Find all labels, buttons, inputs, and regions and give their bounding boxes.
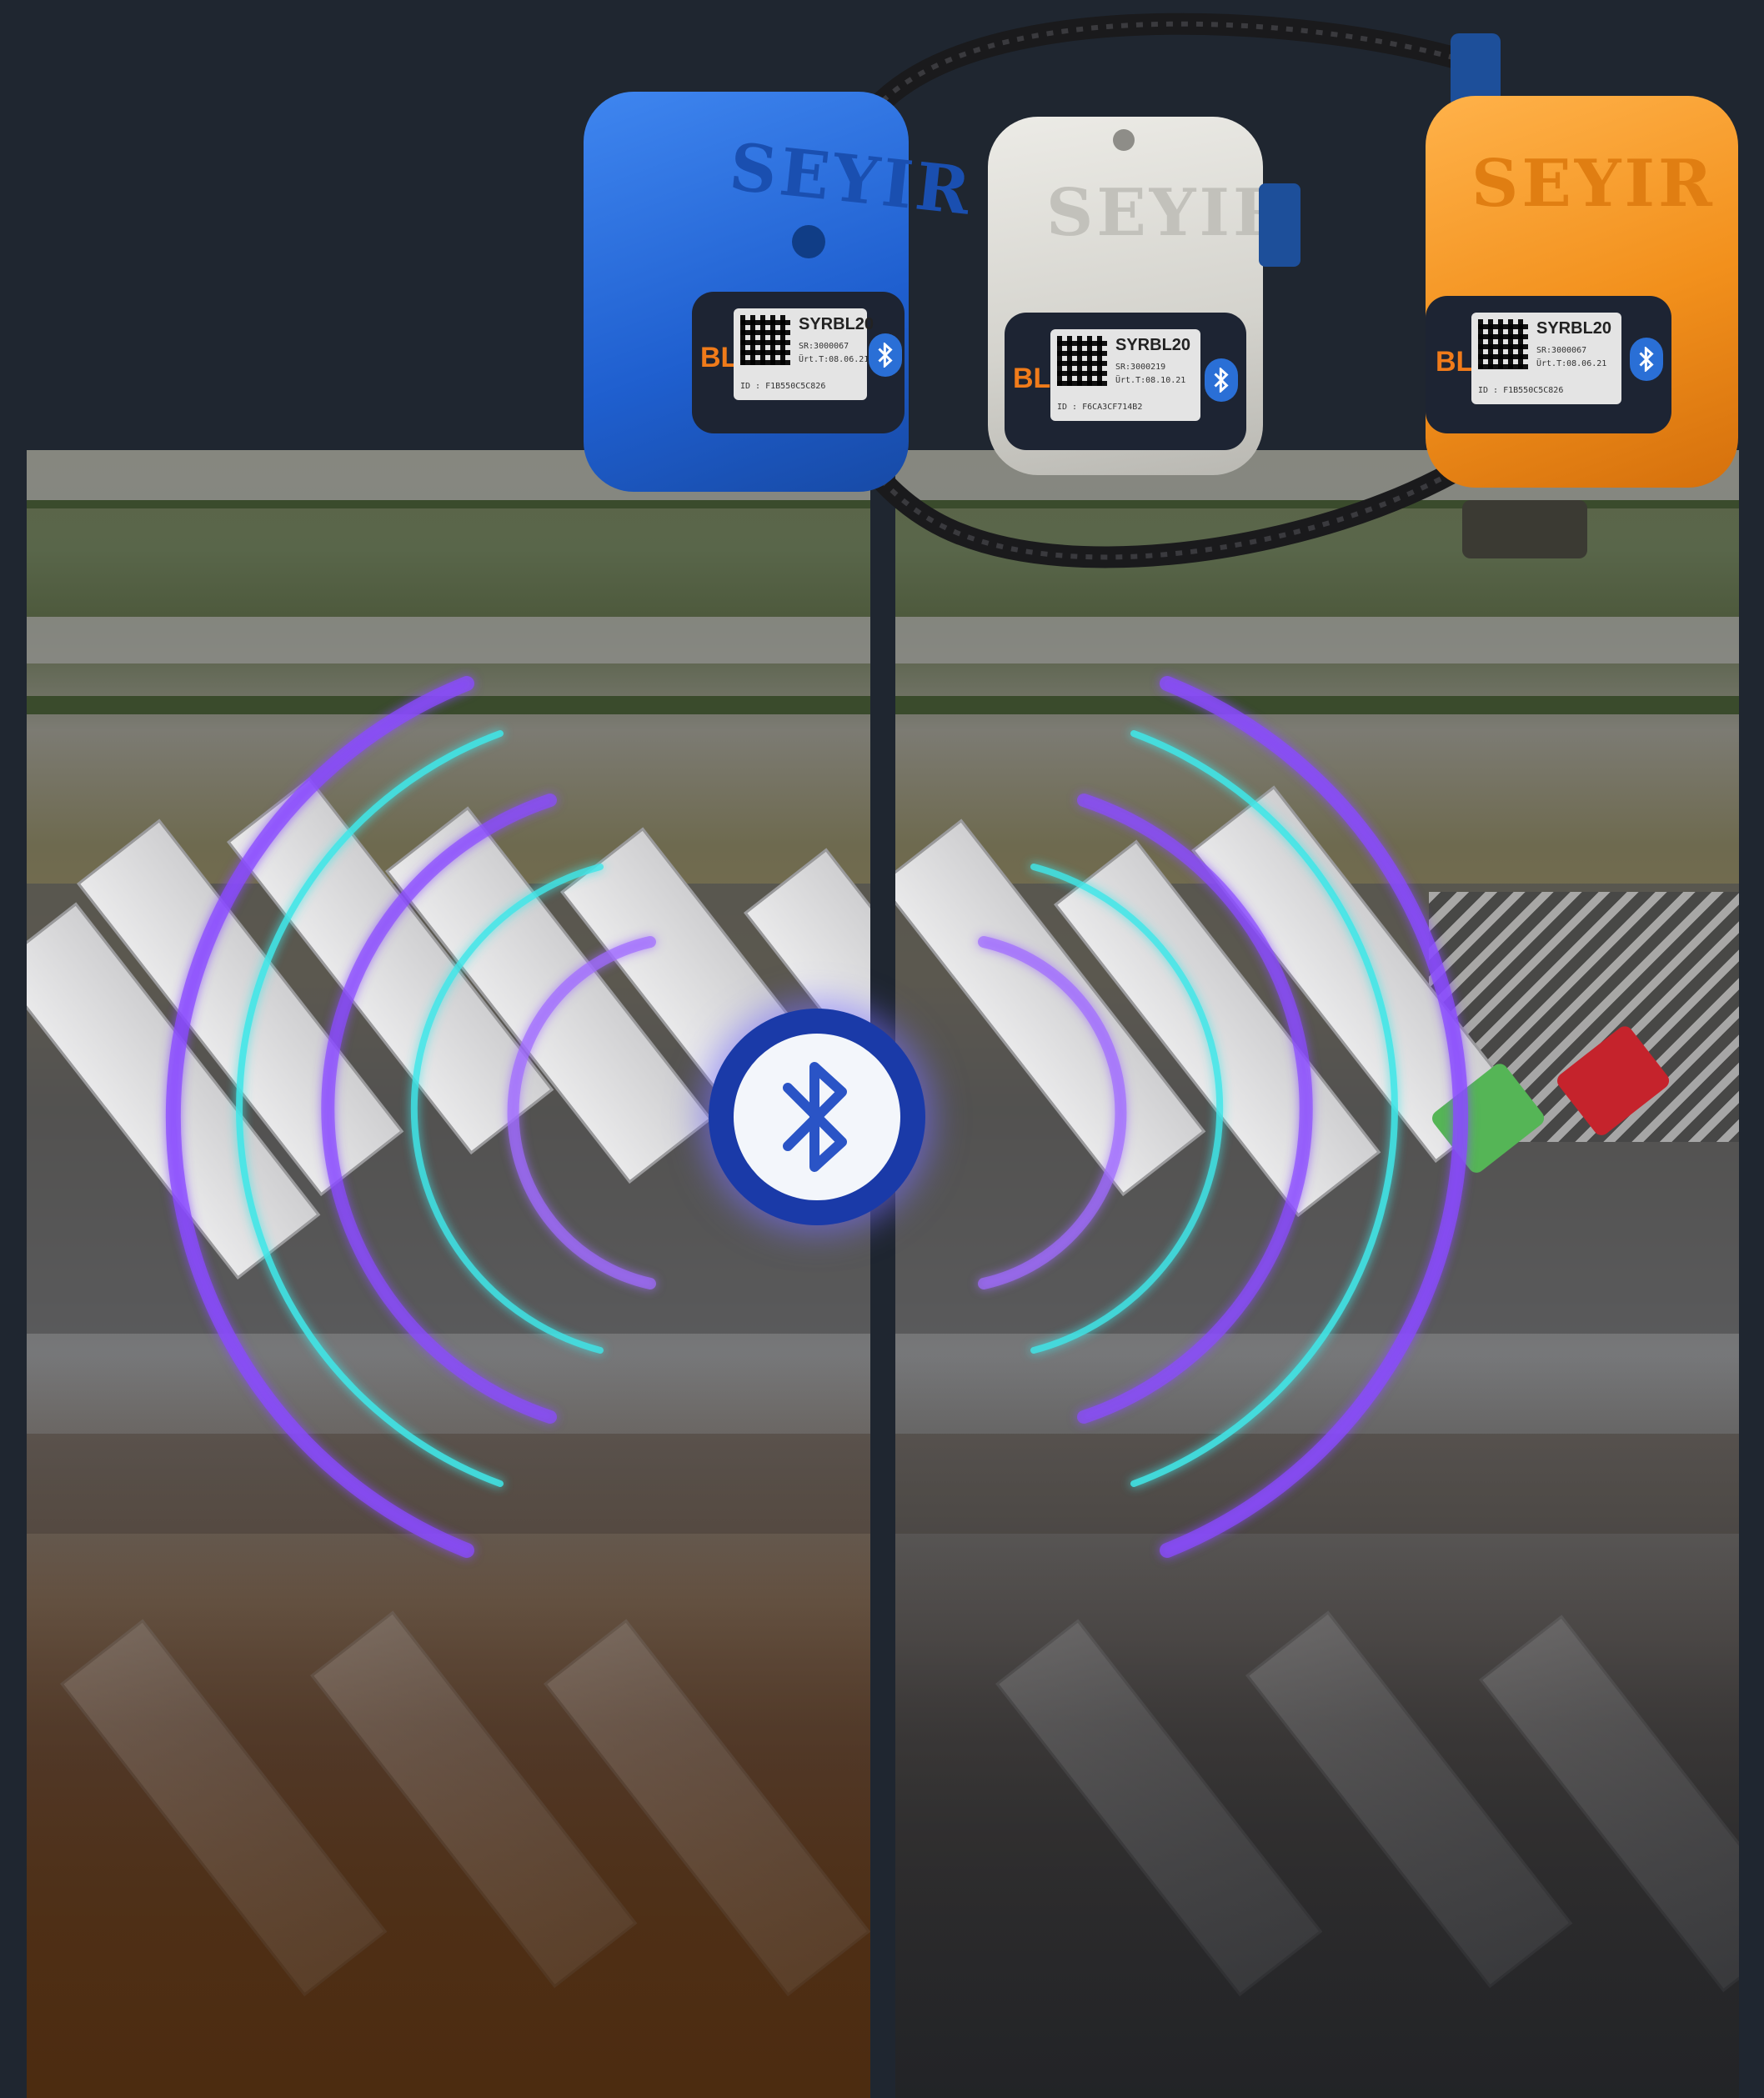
qr-code: [1478, 319, 1528, 369]
production-date: Ürt.T:08.06.21: [1536, 359, 1607, 368]
product-sticker: SYRBL20 SR:3000067 Ürt.T:08.06.21 ID : F…: [1471, 313, 1621, 404]
wave-arc: [410, 864, 604, 1354]
product-sticker: SYRBL20 SR:3000219 Ürt.T:08.10.21 ID : F…: [1050, 329, 1200, 421]
sensor-device-white: SEYIR BLE SYRBL20 SR:3000219 Ürt.T:08.10…: [988, 117, 1300, 475]
production-date: Ürt.T:08.10.21: [1115, 376, 1186, 385]
product-sticker: SYRBL20 SR:3000067 Ürt.T:08.06.21 ID : F…: [734, 308, 874, 400]
wave-arc: [1030, 864, 1224, 1354]
sensor-device-blue: SEYIR BLE SYRBL20 SR:3000067 Ürt.T:08.06…: [584, 92, 977, 492]
bluetooth-icon: [783, 1062, 847, 1172]
qr-code: [740, 315, 790, 365]
device-id: ID : F6CA3CF714B2: [1057, 403, 1143, 412]
sensor-device-orange: SEYIR BLE SYRBL20 SR:3000067 Ürt.T:08.06…: [1426, 96, 1738, 488]
device-id: ID : F1B550C5C826: [740, 382, 826, 391]
model-label: SYRBL20: [1115, 336, 1191, 354]
wave-arc: [507, 936, 656, 1289]
mount-hole: [1113, 129, 1135, 151]
scene: SEYIR BLE SYRBL20 SR:3000067 Ürt.T:08.06…: [0, 0, 1764, 2098]
production-date: Ürt.T:08.06.21: [799, 355, 869, 364]
bluetooth-icon: [1205, 358, 1238, 402]
model-label: SYRBL20: [799, 315, 874, 333]
bluetooth-icon: [869, 333, 902, 377]
bluetooth-icon: [1630, 338, 1663, 381]
wave-arc: [978, 936, 1127, 1289]
bluetooth-badge: [709, 1009, 925, 1225]
wave-arc: [1160, 676, 1469, 1558]
serial-number: SR:3000219: [1115, 363, 1166, 372]
model-label: SYRBL20: [1536, 319, 1612, 338]
screw-hole: [792, 225, 825, 258]
serial-number: SR:3000067: [799, 342, 849, 351]
brand-logo: SEYIR: [1471, 146, 1716, 222]
label-plate: BLE SYRBL20 SR:3000067 Ürt.T:08.06.21 ID…: [1426, 296, 1671, 433]
bluetooth-badge-inner: [734, 1034, 900, 1200]
qr-code: [1057, 336, 1107, 386]
brand-logo: SEYIR: [1046, 175, 1290, 251]
serial-number: SR:3000067: [1536, 346, 1587, 355]
label-plate: BLE SYRBL20 SR:3000067 Ürt.T:08.06.21 ID…: [692, 292, 905, 433]
cable-port: [1259, 183, 1300, 267]
label-plate: BLE SYRBL20 SR:3000219 Ürt.T:08.10.21 ID…: [1005, 313, 1246, 450]
device-id: ID : F1B550C5C826: [1478, 386, 1564, 395]
wave-arc: [165, 676, 474, 1558]
